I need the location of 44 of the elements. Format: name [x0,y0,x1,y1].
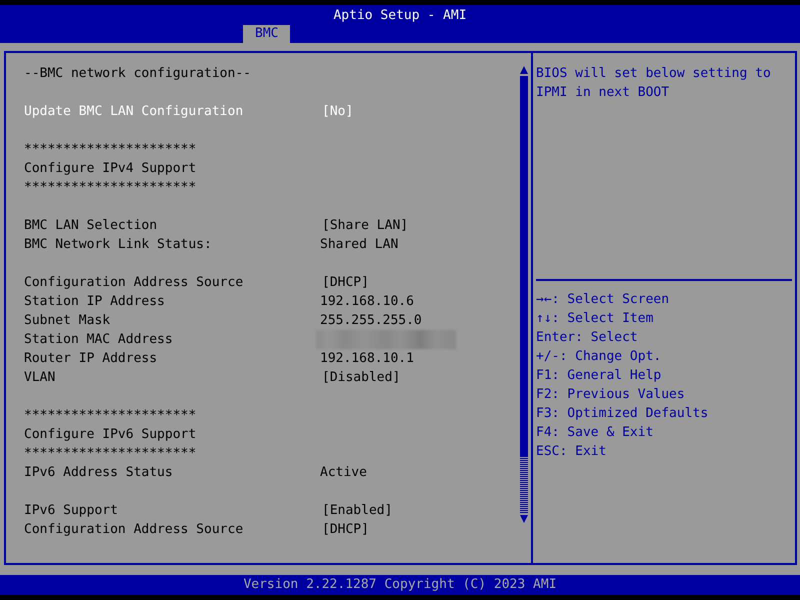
section-heading: --BMC network configuration-- [24,65,251,83]
setting-value[interactable]: [Disabled] [322,368,400,387]
setting-label[interactable]: BMC LAN Selection [24,216,320,235]
key-hint: ESC: Exit [536,443,608,461]
help-description: BIOS will set below setting to IPMI in next BOOT [535,65,772,102]
key-hint: F1: General Help [536,367,662,385]
setting-label[interactable]: Configuration Address Source [24,520,320,539]
setting-value[interactable]: [Share LAN] [322,216,408,235]
section-text: Configure IPv4 Support [24,160,196,178]
key-hint: Enter: Select [536,329,639,347]
key-hint: +/-: Change Opt. [536,348,662,366]
section-text: ********************** [24,179,196,197]
key-hint: F2: Previous Values [536,386,686,404]
section-text: ********************** [24,445,196,463]
window-title: Aptio Setup - AMI [332,7,468,24]
scroll-down-icon[interactable] [520,515,528,523]
setting-label[interactable]: Configuration Address Source [24,273,320,292]
menu-tab[interactable]: BMC [243,25,290,43]
setting-value[interactable]: [Enabled] [322,501,392,520]
key-hint: F4: Save & Exit [536,424,654,442]
info-value: Active [320,464,367,482]
key-hint: →←: Select Screen [536,291,670,309]
info-label: BMC Network Link Status: [24,236,213,254]
info-label: Station IP Address [24,293,166,311]
info-value: 192.168.10.6 [320,293,414,311]
scroll-up-icon[interactable] [520,66,528,74]
section-text: Configure IPv6 Support [24,426,196,444]
setting-value[interactable]: [DHCP] [322,273,369,292]
info-label: Station MAC Address [24,331,174,349]
key-hint: F3: Optimized Defaults [536,405,710,423]
info-label: Subnet Mask [24,312,112,330]
key-hint: ↑↓: Select Item [536,310,654,328]
setting-value[interactable]: [DHCP] [322,520,369,539]
version-text: Version 2.22.1287 Copyright (C) 2023 AMI [243,577,557,592]
info-value: 255.255.255.0 [320,312,422,330]
setting-label[interactable]: IPv6 Support [24,501,320,520]
info-label: Router IP Address [24,350,158,368]
info-value: 192.168.10.1 [320,350,414,368]
info-label: IPv6 Address Status [24,464,174,482]
scroll-thumb[interactable] [520,76,528,456]
setting-label[interactable]: VLAN [24,368,320,387]
section-text: ********************** [24,141,196,159]
section-text: ********************** [24,407,196,425]
info-value: Shared LAN [320,236,398,254]
